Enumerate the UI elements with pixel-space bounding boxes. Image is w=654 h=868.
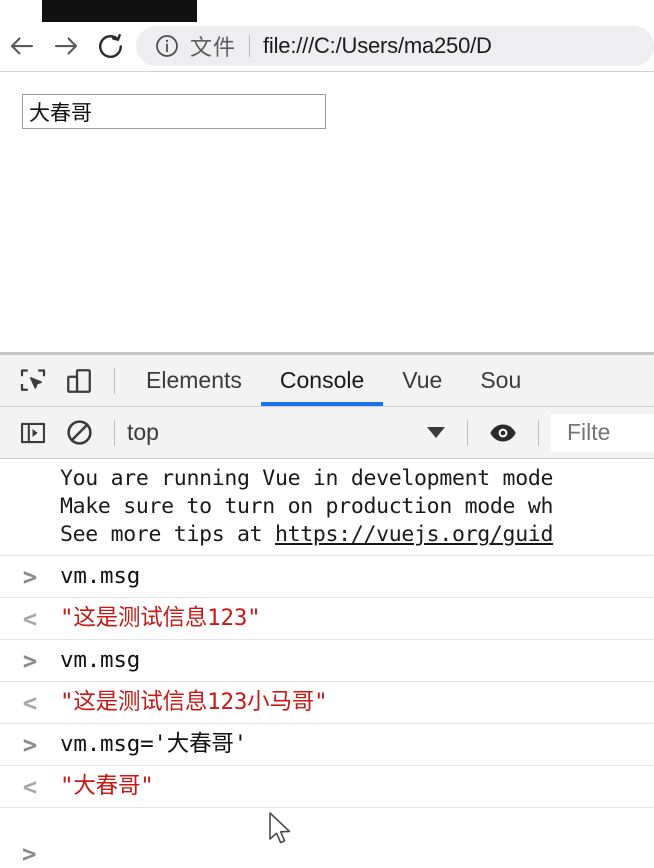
clear-console-icon	[66, 420, 92, 445]
console-output-value: "这是测试信息123"	[60, 605, 261, 631]
output-arrow-gutter: <	[0, 769, 60, 799]
console-output-row: < "大春哥"	[0, 766, 654, 808]
console-filter-input[interactable]	[551, 413, 654, 452]
console-sidebar-toggle-button[interactable]	[10, 410, 56, 456]
chevron-right-icon: >	[22, 563, 38, 591]
omnibox-url-text: file:///C:/Users/ma250/D	[263, 33, 492, 58]
live-expression-eye-icon	[490, 424, 516, 441]
console-toolbar-divider-1	[114, 419, 115, 446]
output-arrow-gutter: <	[0, 685, 60, 715]
address-bar[interactable]: 文件 file:///C:/Users/ma250/D	[136, 26, 654, 66]
chevron-left-icon: <	[22, 773, 38, 801]
browser-chrome: 文件 file:///C:/Users/ma250/D	[0, 0, 654, 72]
arrow-right-icon	[54, 37, 78, 55]
warning-line-1: You are running Vue in development mode	[60, 466, 554, 491]
arrow-left-icon	[10, 37, 34, 55]
chevron-right-icon: >	[22, 731, 38, 759]
input-arrow-gutter: >	[0, 643, 60, 673]
console-input-expression: vm.msg='大春哥'	[60, 727, 247, 761]
console-output-row: < "这是测试信息123"	[0, 598, 654, 640]
device-toolbar-icon	[67, 368, 91, 393]
output-arrow-gutter: <	[0, 601, 60, 631]
tab-strip-redacted	[42, 0, 197, 22]
toolbar-divider	[114, 367, 115, 394]
console-toolbar: top	[0, 407, 654, 459]
live-expression-button[interactable]	[480, 410, 526, 456]
chevron-right-icon: >	[22, 647, 38, 675]
tab-console[interactable]: Console	[260, 355, 384, 406]
forward-button[interactable]	[44, 24, 88, 68]
tab-sources[interactable]: Sou	[461, 355, 540, 406]
back-button[interactable]	[0, 24, 44, 68]
warning-line-3: See more tips at https://vuejs.org/guid	[0, 521, 654, 549]
console-input-row: > vm.msg	[0, 640, 654, 682]
reload-icon	[98, 33, 122, 58]
inspect-element-button[interactable]	[10, 358, 56, 404]
devtools-tab-bar: Elements Console Vue Sou	[0, 355, 654, 407]
console-input-row: > vm.msg='大春哥'	[0, 724, 654, 766]
console-toolbar-divider-3	[538, 419, 539, 446]
console-sidebar-icon	[20, 422, 46, 443]
clear-console-button[interactable]	[56, 410, 102, 456]
console-output-row: < "这是测试信息123小马哥"	[0, 682, 654, 724]
omnibox-scheme-label: 文件	[190, 35, 237, 60]
console-toolbar-divider-2	[467, 419, 468, 446]
reload-button[interactable]	[88, 24, 132, 68]
console-input-row: > vm.msg	[0, 556, 654, 598]
chevron-down-icon	[427, 427, 445, 438]
console-message-list[interactable]: You are running Vue in development mode …	[0, 459, 654, 868]
browser-toolbar: 文件 file:///C:/Users/ma250/D	[0, 22, 654, 70]
chevron-left-icon: <	[22, 689, 38, 717]
warning-line-2: Make sure to turn on production mode wh	[60, 494, 554, 519]
execution-context-label: top	[127, 419, 159, 445]
input-arrow-gutter: >	[0, 727, 60, 757]
console-prompt-row[interactable]: >	[0, 846, 654, 868]
console-input-expression: vm.msg	[60, 647, 141, 673]
expression-assignment: vm.msg='大春哥'	[60, 731, 248, 757]
omnibox-divider	[249, 35, 251, 57]
info-circle-icon[interactable]	[154, 33, 180, 59]
console-output-value: "这是测试信息123小马哥"	[60, 689, 328, 715]
chevron-left-icon: <	[22, 605, 38, 633]
console-warning-message: You are running Vue in development mode …	[0, 459, 654, 556]
console-input-expression: vm.msg	[60, 563, 141, 589]
tab-elements[interactable]: Elements	[127, 355, 261, 406]
page-viewport	[0, 72, 654, 352]
vuejs-guide-link[interactable]: https://vuejs.org/guid	[275, 522, 553, 547]
warning-line-3-text: See more tips at	[60, 522, 275, 547]
inspect-element-icon	[20, 368, 46, 391]
devtools-panel: Elements Console Vue Sou top Filte You a…	[0, 352, 654, 868]
console-output-value: "大春哥"	[60, 773, 154, 799]
chevron-right-icon: >	[22, 846, 37, 868]
input-arrow-gutter: >	[0, 559, 60, 589]
tab-vue[interactable]: Vue	[383, 355, 461, 406]
message-text-input[interactable]	[22, 94, 326, 129]
execution-context-selector[interactable]: top	[127, 413, 455, 453]
toggle-device-toolbar-button[interactable]	[56, 358, 102, 404]
